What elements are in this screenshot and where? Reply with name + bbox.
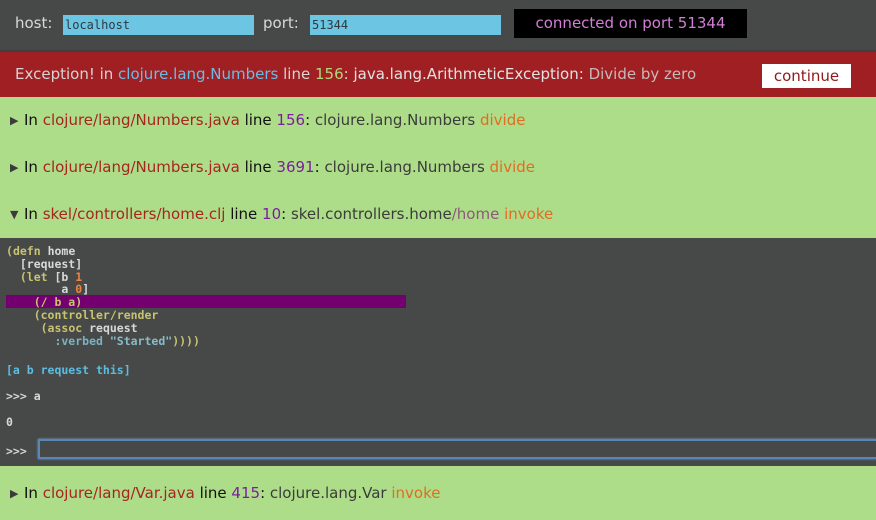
host-input[interactable] — [63, 15, 254, 35]
exception-prefix: Exception! in — [15, 65, 119, 83]
frame-method: divide — [475, 111, 526, 129]
frame-line-word: line — [225, 205, 263, 223]
frame-namespace: clojure.lang.Numbers — [324, 158, 485, 176]
frame-method: invoke — [386, 484, 441, 502]
frame-colon: : — [314, 158, 325, 176]
exception-colon: : — [343, 65, 354, 83]
frame-namespace: clojure.lang.Var — [269, 484, 387, 502]
frame-function: /home — [451, 205, 500, 223]
expand-triangle-icon[interactable]: ▶ — [10, 114, 24, 127]
locals-list: [a b request this] — [6, 363, 131, 377]
frame-line-word: line — [239, 111, 277, 129]
repl-history-input: >>> a — [6, 389, 41, 403]
host-label: host: — [15, 14, 53, 32]
frame-colon: : — [305, 111, 315, 129]
exception-type: java.lang.ArithmeticException: — [353, 65, 584, 83]
stack-frame[interactable]: ▶ In clojure/lang/Numbers.java line 3691:… — [0, 144, 876, 191]
source-panel: (defn home [request] (let [b 1 a 0] (/ b… — [0, 238, 876, 466]
frame-colon: : — [260, 484, 270, 502]
repl-prompt: >>> — [6, 444, 27, 458]
expand-triangle-icon[interactable]: ▶ — [10, 487, 24, 500]
frame-colon: : — [281, 205, 291, 223]
exception-description: Divide by zero — [583, 65, 697, 83]
frame-in-word: In — [24, 205, 43, 223]
connection-status: connected on port 51344 — [514, 9, 747, 38]
frame-line-word: line — [239, 158, 277, 176]
frame-line-word: line — [194, 484, 232, 502]
code-bracket: ] — [82, 282, 90, 297]
stack-frame-header[interactable]: ▶ In clojure/lang/Numbers.java line 156: … — [10, 111, 525, 129]
stack-frame-header[interactable]: ▼ In skel/controllers/home.clj line 10: s… — [10, 205, 553, 223]
code-clj-keyword: :verbed — [6, 333, 103, 348]
repl-input[interactable] — [38, 439, 876, 459]
stack-frame-header[interactable]: ▶ In clojure/lang/Numbers.java line 3691:… — [10, 158, 535, 176]
frame-file: clojure/lang/Var.java — [42, 484, 195, 502]
code-string: "Started" — [102, 333, 173, 348]
frame-in-word: In — [24, 158, 43, 176]
frame-file: clojure/lang/Numbers.java — [42, 111, 240, 129]
frame-line: 10 — [262, 205, 282, 223]
frame-namespace: clojure.lang.Numbers — [314, 111, 476, 129]
exception-line-word: line — [278, 65, 315, 83]
continue-button[interactable]: continue — [762, 64, 851, 88]
exception-message: Exception! in clojure.lang.Numbers line … — [15, 65, 696, 83]
stack-frame-expanded[interactable]: ▼ In skel/controllers/home.clj line 10: s… — [0, 191, 876, 238]
frame-line: 415 — [231, 484, 261, 502]
exception-line-number: 156 — [314, 65, 344, 83]
frame-file: skel/controllers/home.clj — [42, 205, 226, 223]
stack-frame-header[interactable]: ▶ In clojure/lang/Var.java line 415: cloj… — [10, 484, 441, 502]
code-paren: )))) — [172, 333, 200, 348]
expand-triangle-icon[interactable]: ▶ — [10, 161, 24, 174]
stack-frame[interactable]: ▶ In clojure/lang/Numbers.java line 156: … — [0, 97, 876, 144]
frame-namespace: skel.controllers.home — [290, 205, 452, 223]
frame-in-word: In — [24, 111, 43, 129]
collapse-triangle-icon[interactable]: ▼ — [10, 208, 24, 221]
connection-bar: host: port: connected on port 51344 — [0, 0, 876, 50]
frame-line: 156 — [276, 111, 306, 129]
frame-in-word: In — [24, 484, 43, 502]
stack-frame[interactable]: ▶ In clojure/lang/Var.java line 415: cloj… — [0, 466, 876, 520]
port-input[interactable] — [310, 15, 501, 35]
exception-bar: Exception! in clojure.lang.Numbers line … — [0, 50, 876, 97]
repl-history-output: 0 — [6, 415, 13, 429]
frame-method: invoke — [499, 205, 554, 223]
frame-file: clojure/lang/Numbers.java — [42, 158, 240, 176]
source-code: (defn home [request] (let [b 1 a 0] (/ b… — [6, 245, 200, 347]
port-label: port: — [263, 14, 299, 32]
exception-class: clojure.lang.Numbers — [118, 65, 279, 83]
frame-method: divide — [484, 158, 536, 176]
frame-line: 3691 — [276, 158, 315, 176]
